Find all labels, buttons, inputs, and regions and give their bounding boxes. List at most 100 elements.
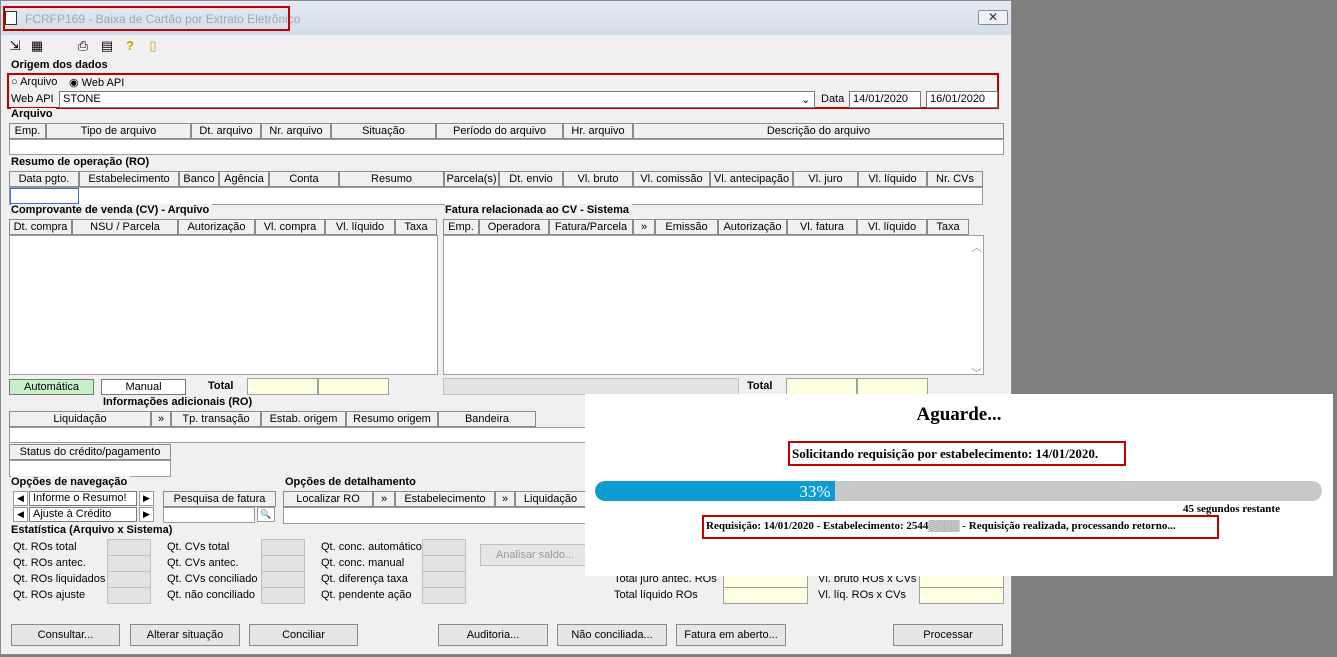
analisar-saldo-button[interactable]: Analisar saldo... — [480, 544, 590, 566]
col-autorizacao-fat[interactable]: Autorização — [718, 219, 787, 235]
vl-liq-ros-label: Vl. líq. ROs x CVs — [818, 589, 907, 601]
resumo-row[interactable] — [9, 187, 983, 205]
col-dt-arquivo[interactable]: Dt. arquivo — [191, 123, 261, 139]
auditoria-button[interactable]: Auditoria... — [438, 624, 548, 646]
col-vl-liquido-fat[interactable]: Vl. líquido — [857, 219, 927, 235]
col-estab-origem[interactable]: Estab. origem — [261, 411, 346, 427]
qt-cvs-conciliado-value — [261, 571, 305, 588]
col-taxa-fat[interactable]: Taxa — [927, 219, 969, 235]
col-bandeira[interactable]: Bandeira — [438, 411, 536, 427]
col-dt-compra[interactable]: Dt. compra — [9, 219, 72, 235]
scroll-down-icon[interactable]: ﹀ — [971, 365, 982, 381]
info-row[interactable] — [9, 427, 586, 443]
status-credito-value[interactable] — [9, 460, 171, 477]
col-periodo[interactable]: Período do arquivo — [436, 123, 563, 139]
col-tipo-arquivo[interactable]: Tipo de arquivo — [46, 123, 191, 139]
col-tp-transacao[interactable]: Tp. transação — [171, 411, 261, 427]
fatura-aberto-button[interactable]: Fatura em aberto... — [676, 624, 786, 646]
col-vl-fatura[interactable]: Vl. fatura — [787, 219, 857, 235]
export-icon[interactable]: ⇲ — [7, 38, 23, 54]
det-row[interactable] — [283, 507, 586, 524]
nav-next2-icon[interactable]: ▶ — [139, 507, 154, 522]
help-icon[interactable]: ? — [122, 38, 138, 54]
col-localizar-ro[interactable]: Localizar RO — [283, 491, 373, 507]
exit-door-icon[interactable]: ▯ — [145, 38, 161, 54]
processar-button[interactable]: Processar — [893, 624, 1003, 646]
col-emissao[interactable]: Emissão — [655, 219, 718, 235]
radio-arquivo[interactable]: ○ Arquivo — [11, 76, 57, 88]
close-button[interactable]: ✕ — [978, 10, 1008, 25]
col-banco[interactable]: Banco — [179, 171, 219, 187]
fatura-total-1 — [786, 378, 857, 395]
alterar-situacao-button[interactable]: Alterar situação — [130, 624, 240, 646]
col-emp[interactable]: Emp. — [9, 123, 46, 139]
automatica-tag[interactable]: Automática — [9, 379, 94, 395]
webapi-select[interactable]: STONE — [59, 91, 815, 108]
col-estabelecimento[interactable]: Estabelecimento — [79, 171, 179, 187]
col-vl-liquido[interactable]: Vl. líquido — [858, 171, 927, 187]
col-fatura-parcela[interactable]: Fatura/Parcela — [549, 219, 633, 235]
col-vl-bruto[interactable]: Vl. bruto — [563, 171, 633, 187]
date-from-input[interactable]: 14/01/2020 — [849, 91, 921, 108]
col-nr-cvs[interactable]: Nr. CVs — [927, 171, 983, 187]
col-agencia[interactable]: Agência — [219, 171, 269, 187]
fatura-grid[interactable] — [443, 235, 984, 375]
col-vl-compra[interactable]: Vl. compra — [255, 219, 325, 235]
qt-nao-conciliado-value — [261, 587, 305, 604]
nav-option-resumo[interactable]: Informe o Resumo! — [29, 491, 137, 506]
conciliar-button[interactable]: Conciliar — [249, 624, 358, 646]
cv-grid[interactable] — [9, 235, 438, 375]
col-estabelecimento-det[interactable]: Estabelecimento — [395, 491, 495, 507]
col-resumo-origem[interactable]: Resumo origem — [346, 411, 438, 427]
col-liquidacao-det[interactable]: Liquidação — [515, 491, 586, 507]
fatura-expand-button[interactable]: » — [633, 219, 655, 235]
printer-icon[interactable]: ⎙ — [75, 38, 91, 54]
nav-next-icon[interactable]: ▶ — [139, 491, 154, 506]
nav-prev2-icon[interactable]: ◀ — [13, 507, 28, 522]
manual-tag[interactable]: Manual — [101, 379, 186, 395]
nav-prev-icon[interactable]: ◀ — [13, 491, 28, 506]
col-vl-liquido-cv[interactable]: Vl. líquido — [325, 219, 395, 235]
col-nsu[interactable]: NSU / Parcela — [72, 219, 178, 235]
col-vl-comissao[interactable]: Vl. comissão — [633, 171, 710, 187]
col-parcelas[interactable]: Parcela(s) — [444, 171, 499, 187]
col-nr-arquivo[interactable]: Nr. arquivo — [261, 123, 331, 139]
search-icon[interactable]: 🔍 — [257, 507, 275, 522]
col-dt-envio[interactable]: Dt. envio — [499, 171, 563, 187]
fatura-total-label: Total — [747, 380, 773, 392]
col-liquidacao[interactable]: Liquidação — [9, 411, 151, 427]
qt-conc-auto-label: Qt. conc. automático — [321, 541, 422, 553]
col-resumo[interactable]: Resumo — [339, 171, 444, 187]
col-vl-antecipacao[interactable]: Vl. antecipação — [710, 171, 793, 187]
col-taxa[interactable]: Taxa — [395, 219, 437, 235]
localizar-expand-button[interactable]: » — [373, 491, 395, 507]
col-descricao[interactable]: Descrição do arquivo — [633, 123, 1004, 139]
nav-option-ajuste[interactable]: Ajuste à Crédito — [29, 507, 137, 522]
col-autorizacao[interactable]: Autorização — [178, 219, 255, 235]
qt-dif-taxa-value — [422, 571, 466, 588]
col-hr-arquivo[interactable]: Hr. arquivo — [563, 123, 633, 139]
col-operadora[interactable]: Operadora — [479, 219, 549, 235]
col-situacao[interactable]: Situação — [331, 123, 436, 139]
pesquisa-fatura-input[interactable] — [163, 507, 255, 523]
qt-cvs-antec-label: Qt. CVs antec. — [167, 557, 239, 569]
liquidacao-expand-button[interactable]: » — [151, 411, 171, 427]
col-conta[interactable]: Conta — [269, 171, 339, 187]
col-data-pgto[interactable]: Data pgto. — [9, 171, 79, 187]
estab-expand-button[interactable]: » — [495, 491, 515, 507]
col-emp-fat[interactable]: Emp. — [443, 219, 479, 235]
nao-conciliada-button[interactable]: Não conciliada... — [557, 624, 667, 646]
consultar-button[interactable]: Consultar... — [11, 624, 120, 646]
col-vl-juro[interactable]: Vl. juro — [793, 171, 858, 187]
qt-ros-liquidados-value — [107, 571, 151, 588]
resumo-title: Resumo de operação (RO) — [11, 156, 153, 168]
qt-ros-total-label: Qt. ROs total — [13, 541, 77, 553]
chevron-down-icon[interactable]: ⌄ — [801, 93, 810, 106]
radio-webapi[interactable]: ◉ Web API — [69, 76, 124, 89]
resumo-selected-cell[interactable] — [10, 188, 79, 204]
date-to-input[interactable]: 16/01/2020 — [926, 91, 998, 108]
grid-icon[interactable]: ▤ — [99, 38, 115, 54]
windows-icon[interactable]: ▦ — [29, 38, 45, 54]
scroll-up-icon[interactable]: ︿ — [971, 239, 982, 255]
arquivo-row[interactable] — [9, 139, 1004, 155]
